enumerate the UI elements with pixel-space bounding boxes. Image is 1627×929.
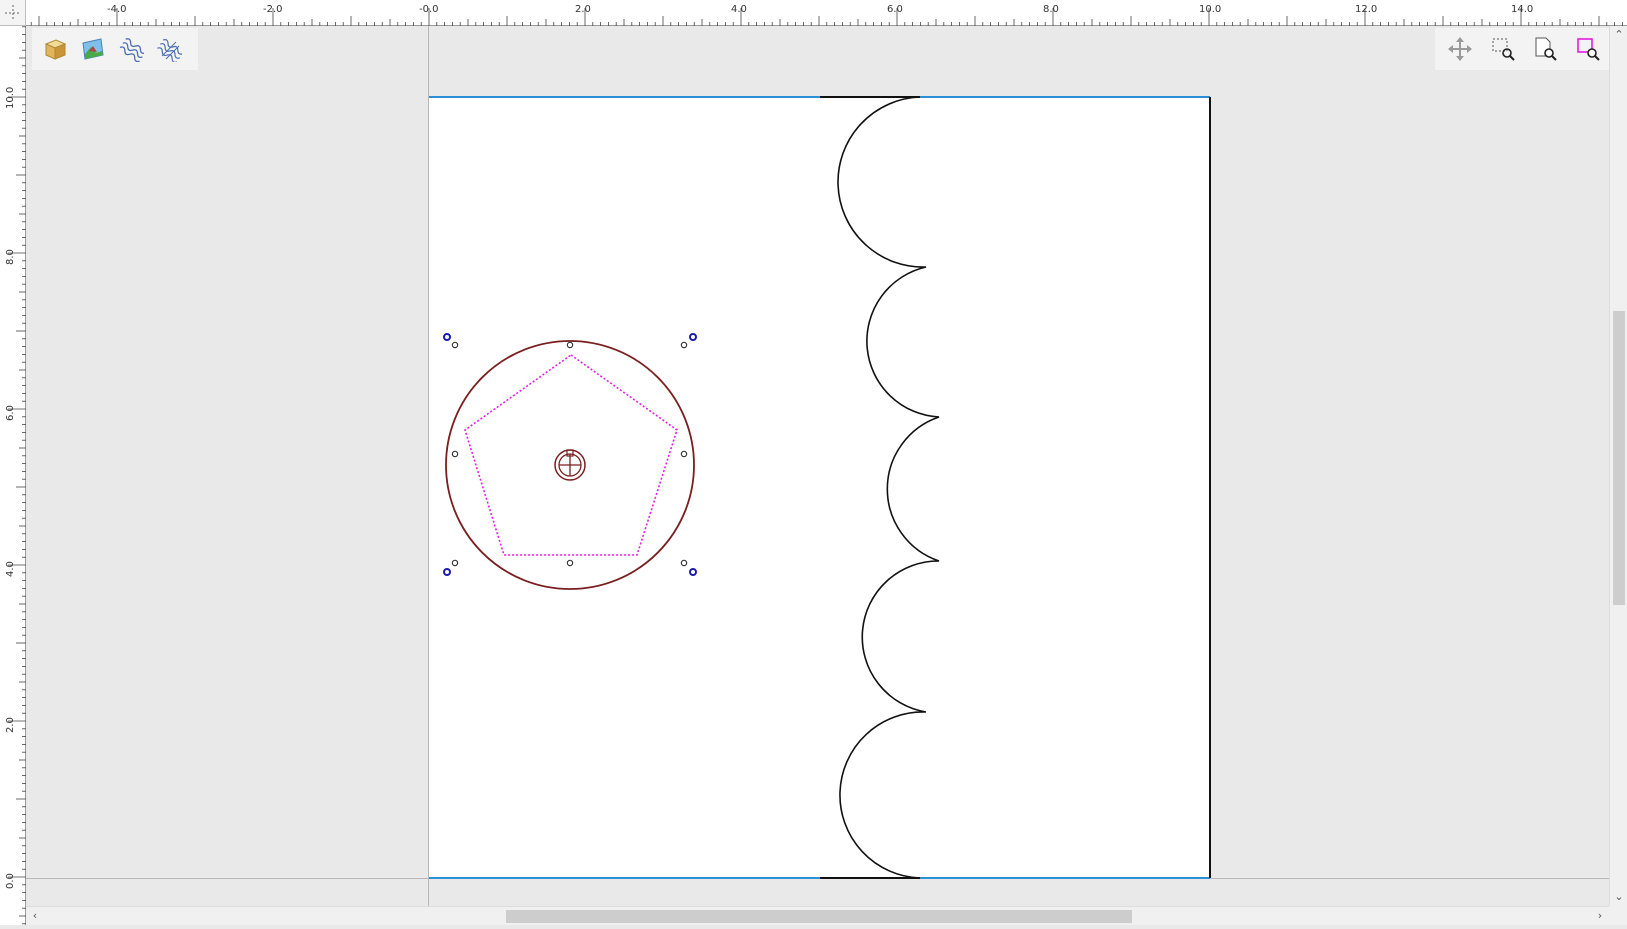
ruler-label: 0.0 [5,873,16,889]
scroll-up-arrow-icon[interactable]: ⌃ [1610,26,1627,44]
image-icon[interactable] [76,32,110,66]
ruler-label: -2.0 [263,4,283,15]
wave-pattern-icon[interactable] [114,32,148,66]
ruler-label: -0.0 [419,4,439,15]
ruler-label: 8.0 [1043,4,1059,15]
view-toolbar [1435,28,1613,70]
ruler-label: 2.0 [5,717,16,733]
ruler-label: 6.0 [887,4,903,15]
3d-box-icon[interactable] [38,32,72,66]
horizontal-scrollbar[interactable]: ‹ › [26,906,1609,925]
left-toolbar [32,28,198,70]
zoom-selection-icon[interactable] [1486,32,1520,66]
ruler-label: 10.0 [1199,4,1221,15]
ruler-label: 4.0 [5,561,16,577]
ruler-label: -4.0 [107,4,127,15]
ruler-corner[interactable] [0,0,26,26]
center-target-icon[interactable] [554,449,586,481]
ruler-label: 10.0 [5,87,16,109]
drawing-canvas[interactable] [0,0,1627,925]
wave-crosshatch-icon[interactable] [152,32,186,66]
scroll-down-arrow-icon[interactable]: ⌄ [1610,888,1627,906]
vertical-ruler[interactable]: 10.0 8.0 6.0 4.0 2.0 0.0 [0,26,26,925]
material-page [429,97,1210,878]
scrollbar-corner [1609,906,1627,925]
ruler-label: 14.0 [1511,4,1533,15]
horizontal-ruler[interactable]: -4.0 -2.0 -0.0 2.0 4.0 6.0 8.0 10.0 12.0 14.0 [26,0,1627,26]
scroll-left-arrow-icon[interactable]: ‹ [26,907,44,926]
scroll-right-arrow-icon[interactable]: › [1591,907,1609,926]
zoom-objects-icon[interactable] [1571,32,1605,66]
ruler-label: 8.0 [5,249,16,265]
vertical-scrollbar[interactable]: ⌃ ⌄ [1609,26,1627,906]
crosshair-icon [5,5,21,21]
vertical-scroll-thumb[interactable] [1613,311,1625,605]
ruler-label: 2.0 [575,4,591,15]
ruler-label: 12.0 [1355,4,1377,15]
zoom-page-icon[interactable] [1528,32,1562,66]
ruler-label: 6.0 [5,405,16,421]
horizontal-scroll-thumb[interactable] [506,910,1132,923]
pan-icon[interactable] [1443,32,1477,66]
ruler-label: 4.0 [731,4,747,15]
